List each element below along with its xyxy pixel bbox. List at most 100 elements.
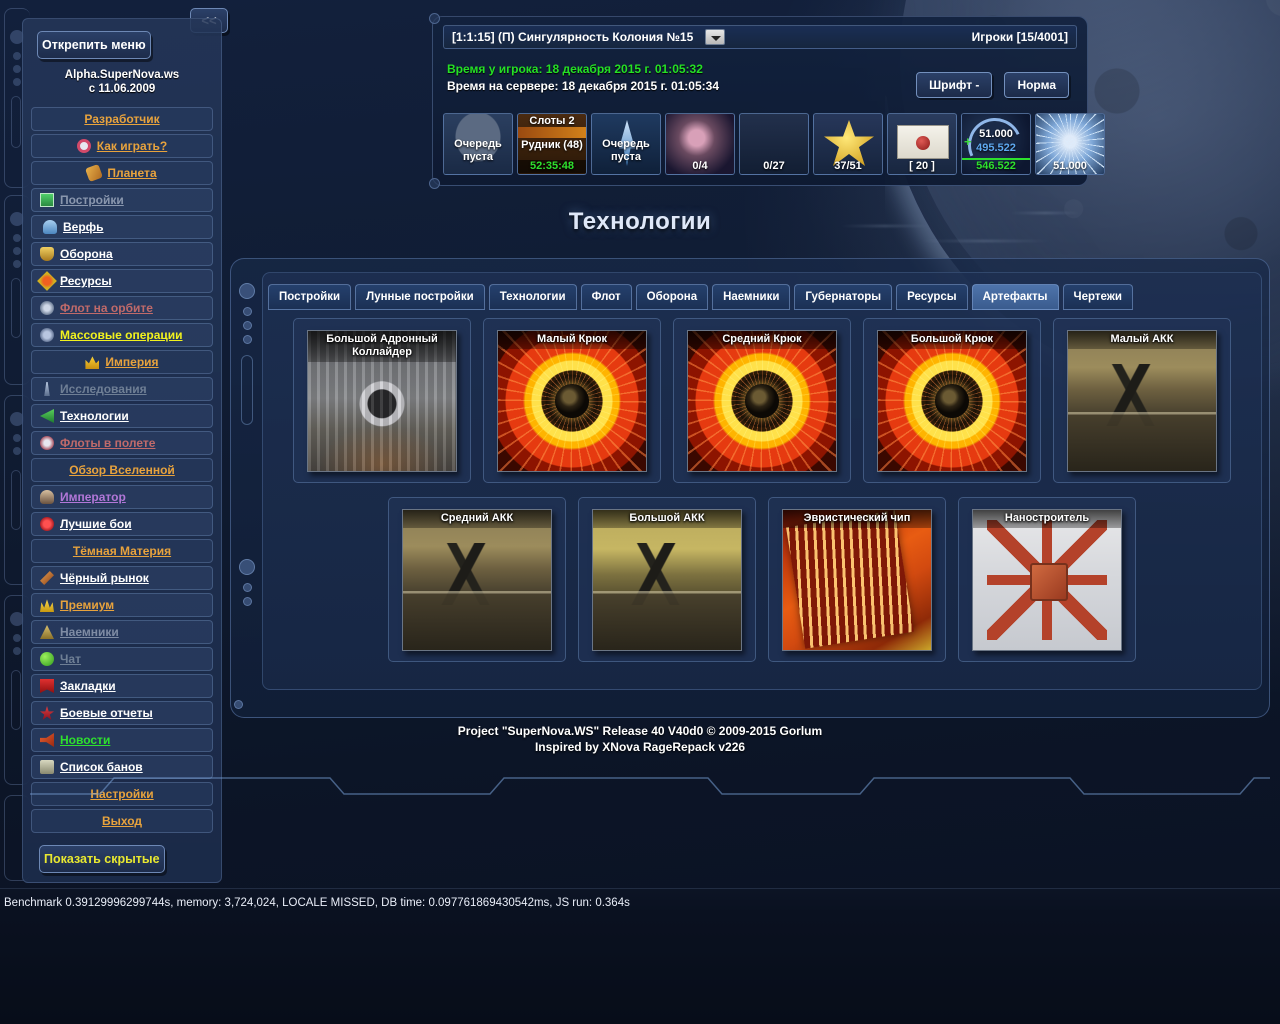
sidebar-item-8[interactable]: Массовые операции [31,323,213,347]
emperor-icon [40,490,54,504]
artifact-title: Большой Крюк [878,330,1026,349]
artifact-card[interactable]: Малый АКК [1053,318,1231,483]
artifact-card[interactable]: Большой АКК [578,497,756,662]
sidebar-item-20[interactable]: Чат [31,647,213,671]
artifact-card[interactable]: Эвристический чип [768,497,946,662]
dark-matter-line1: 51.000 [979,128,1013,140]
frame-dot [243,307,252,316]
tab-6[interactable]: Губернаторы [794,284,893,310]
resource-ship-queue[interactable]: Очередь пуста [591,113,661,175]
sidebar-item-26[interactable]: Выход [31,809,213,833]
tab-5[interactable]: Наемники [712,284,791,310]
sidebar-item-16[interactable]: Тёмная Материя [31,539,213,563]
sidebar-item-label: Ресурсы [60,274,112,288]
sidebar-item-label: Как играть? [96,139,168,153]
sidebar-item-2[interactable]: Планета [31,161,213,185]
sidebar-item-14[interactable]: Император [31,485,213,509]
footer-line1: Project "SuperNova.WS" Release 40 V40d0 … [457,724,823,738]
footer-line2: Inspired by XNova RageRepack v226 [534,740,746,754]
site-name-line1: Alpha.SuperNova.ws [64,69,180,81]
planet-dropdown-button[interactable] [705,29,726,45]
tab-4[interactable]: Оборона [635,284,709,310]
font-decrease-button[interactable]: Шрифт - [916,72,993,98]
show-hidden-button[interactable]: Показать скрытые [39,845,165,873]
artifact-card[interactable]: Средний Крюк [673,318,851,483]
benchmark-bar: Benchmark 0.39129996299744s, memory: 3,7… [0,888,1280,1024]
sidebar-item-6[interactable]: Ресурсы [31,269,213,293]
tab-3[interactable]: Флот [580,284,632,310]
benchmark-text: Benchmark 0.39129996299744s, memory: 3,7… [4,897,630,909]
resource-line2: пуста [462,151,494,163]
envelope-seal [916,136,930,150]
artifact-card[interactable]: Средний АКК [388,497,566,662]
sidebar-item-18[interactable]: Премиум [31,593,213,617]
sidebar-item-17[interactable]: Чёрный рынок [31,566,213,590]
report-icon [40,706,54,720]
sidebar-item-label: Тёмная Материя [72,544,172,558]
resource-messages[interactable]: [ 20 ] [887,113,957,175]
planet-selector-label: [1:1:15] (П) Сингулярность Колония №15 [452,30,694,44]
resource-debris-field[interactable]: 0/4 [665,113,735,175]
resource-officers[interactable]: 37/51 [813,113,883,175]
planet-icon [85,164,104,182]
norm-button[interactable]: Норма [1004,72,1069,98]
resource-value: 51.000 [1053,160,1087,172]
chat-icon [40,652,54,666]
sidebar-item-1[interactable]: Как играть? [31,134,213,158]
tab-label: Наемники [723,291,780,303]
artifact-grid: Большой Адронный Коллайдер Малый Крюк Сред… [262,318,1262,676]
tab-0[interactable]: Постройки [268,284,352,310]
sidebar-item-label: Обзор Вселенной [69,463,175,477]
sidebar-item-5[interactable]: Оборона [31,242,213,266]
tab-7[interactable]: Ресурсы [896,284,968,310]
tab-2[interactable]: Технологии [488,284,577,310]
artifact-card[interactable]: Большой Крюк [863,318,1041,483]
sidebar-item-0[interactable]: Разработчик [31,107,213,131]
resource-mine-slots[interactable]: Слоты 2 Рудник (48) 52:35:48 [517,113,587,175]
sidebar-item-12[interactable]: Флоты в полете [31,431,213,455]
sidebar-item-22[interactable]: Боевые отчеты [31,701,213,725]
tab-8[interactable]: Артефакты [971,284,1059,310]
resource-build-queue[interactable]: Очередь пуста [443,113,513,175]
sidebar-item-9[interactable]: Империя [31,350,213,374]
artifact-row-1: Большой Адронный Коллайдер Малый Крюк Сред… [262,318,1262,483]
sidebar-item-label: Император [60,490,126,504]
resource-dark-matter[interactable]: +51.000 495.522 546.522 [961,113,1031,175]
sidebar-item-7[interactable]: Флот на орбите [31,296,213,320]
tab-label: Оборона [646,291,698,303]
page-title: Технологии [568,208,712,235]
sidebar-item-19[interactable]: Наемники [31,620,213,644]
artifact-image [973,509,1121,650]
site-name-line2: с 11.06.2009 [88,83,156,95]
sidebar-item-label: Планета [107,166,157,180]
fleet-icon [40,301,54,315]
tab-label: Ресурсы [907,291,957,303]
sidebar-item-15[interactable]: Лучшие бои [31,512,213,536]
artifact-thumbnail: Большой Адронный Коллайдер [307,329,457,472]
crown-icon [85,356,100,369]
tab-1[interactable]: Лунные постройки [355,284,485,310]
sidebar-item-11[interactable]: Технологии [31,404,213,428]
sidebar-item-21[interactable]: Закладки [31,674,213,698]
shield-icon [40,247,54,261]
premium-icon [40,599,54,612]
resource-crystal[interactable]: 51.000 [1035,113,1105,175]
artifact-thumbnail: Малый АКК [1067,329,1217,472]
sidebar-item-label: Оборона [60,247,113,261]
sidebar-item-label: Разработчик [84,112,160,126]
sidebar-item-10[interactable]: Исследования [31,377,213,401]
frame-knob [239,559,255,575]
sidebar-item-label: Чат [60,652,81,666]
resource-fleet-slots[interactable]: 0/27 [739,113,809,175]
resource-value: 52:35:48 [518,160,586,173]
tab-9[interactable]: Чертежи [1062,284,1133,310]
artifact-thumbnail: Большой АКК [592,508,742,651]
sidebar-item-13[interactable]: Обзор Вселенной [31,458,213,482]
artifact-card[interactable]: Малый Крюк [483,318,661,483]
artifact-card[interactable]: Большой Адронный Коллайдер [293,318,471,483]
unpin-menu-button[interactable]: Открепить меню [37,31,151,59]
ring-icon [76,139,91,153]
sidebar-item-label: Флот на орбите [60,301,153,315]
resource-line2: пуста [610,151,642,163]
artifact-card[interactable]: Наностроитель [958,497,1136,662]
